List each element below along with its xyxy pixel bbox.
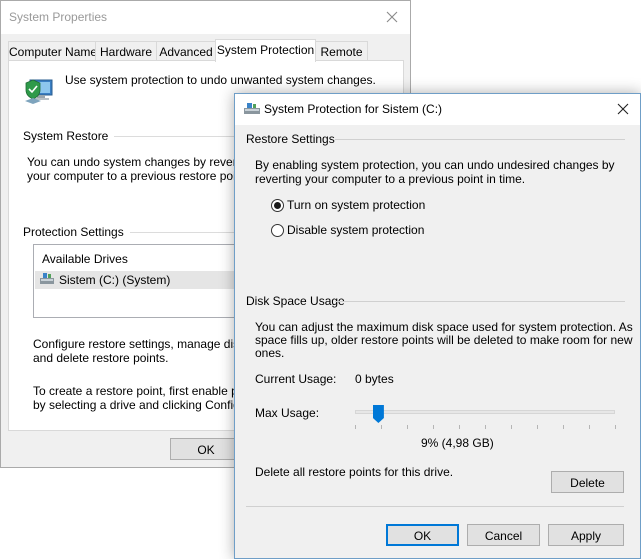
slider-tick <box>407 425 408 429</box>
intro-text: Use system protection to undo unwanted s… <box>65 73 376 87</box>
disk-description-line2: space fills up, older restore points wil… <box>255 333 633 347</box>
slider-tick <box>511 425 512 429</box>
system-properties-title: System Properties <box>9 10 108 24</box>
slider-tick <box>615 425 616 429</box>
tab-computer-name[interactable]: Computer Name <box>8 41 97 61</box>
create-text-line2: by selecting a drive and clicking Config… <box>33 398 261 412</box>
max-usage-slider-ticks <box>355 425 616 429</box>
ok-button[interactable]: OK <box>170 438 242 460</box>
radio-indicator-unchecked <box>271 224 284 237</box>
slider-tick <box>563 425 564 429</box>
protection-settings-label: Protection Settings <box>23 225 130 239</box>
max-usage-value: 9% (4,98 GB) <box>421 436 494 450</box>
slider-tick <box>433 425 434 429</box>
dialog-title: System Protection for Sistem (C:) <box>264 102 443 116</box>
turn-on-protection-label: Turn on system protection <box>287 198 426 212</box>
system-properties-titlebar[interactable]: System Properties <box>1 1 410 34</box>
cancel-button[interactable]: Cancel <box>467 524 540 546</box>
disk-space-rule <box>335 301 625 302</box>
apply-button[interactable]: Apply <box>548 524 624 546</box>
disable-protection-radio[interactable]: Disable system protection <box>271 223 451 239</box>
restore-description-line1: By enabling system protection, you can u… <box>255 158 615 172</box>
system-protection-dialog: System Protection for Sistem (C:) Restor… <box>234 93 641 559</box>
system-restore-label: System Restore <box>23 129 115 143</box>
restore-settings-label: Restore Settings <box>246 132 335 146</box>
current-usage-value: 0 bytes <box>355 372 394 386</box>
ok-button[interactable]: OK <box>386 524 459 546</box>
footer-separator <box>246 506 624 507</box>
radio-indicator-checked <box>271 199 284 212</box>
configure-text-line1: Configure restore settings, manage disk … <box>33 337 268 351</box>
slider-tick <box>381 425 382 429</box>
hard-drive-icon <box>244 103 260 115</box>
slider-tick <box>589 425 590 429</box>
restore-description-line2: reverting your computer to a previous po… <box>255 172 526 186</box>
disk-space-usage-label: Disk Space Usage <box>246 294 345 308</box>
delete-description: Delete all restore points for this drive… <box>255 465 454 479</box>
system-restore-text-line1: You can undo system changes by reverting <box>27 155 257 169</box>
dialog-titlebar[interactable]: System Protection for Sistem (C:) <box>235 94 640 125</box>
max-usage-label: Max Usage: <box>255 406 320 420</box>
disk-description-line3: ones. <box>255 346 285 360</box>
turn-on-protection-radio[interactable]: Turn on system protection <box>271 198 451 214</box>
slider-tick <box>355 425 356 429</box>
tab-hardware[interactable]: Hardware <box>95 41 157 61</box>
close-icon[interactable] <box>608 94 638 124</box>
hard-drive-icon <box>40 273 54 285</box>
create-text-line1: To create a restore point, first enable … <box>33 384 265 398</box>
computer-shield-icon <box>23 74 57 106</box>
drive-name: Sistem (C:) (System) <box>59 273 171 287</box>
tab-remote[interactable]: Remote <box>315 41 368 61</box>
max-usage-slider-track[interactable] <box>355 410 615 414</box>
drives-column-header: Available Drives <box>42 252 128 266</box>
tab-advanced[interactable]: Advanced <box>156 41 216 61</box>
max-usage-slider-thumb[interactable] <box>372 405 384 423</box>
restore-settings-rule <box>335 139 625 140</box>
current-usage-label: Current Usage: <box>255 372 337 386</box>
configure-text-line2: and delete restore points. <box>33 351 169 365</box>
slider-tick <box>537 425 538 429</box>
system-restore-text-line2: your computer to a previous restore poin… <box>27 169 250 183</box>
tab-system-protection[interactable]: System Protection <box>215 39 316 62</box>
slider-tick <box>459 425 460 429</box>
slider-tick <box>485 425 486 429</box>
disable-protection-label: Disable system protection <box>287 223 425 237</box>
close-icon[interactable] <box>376 1 408 33</box>
delete-button[interactable]: Delete <box>551 471 624 493</box>
